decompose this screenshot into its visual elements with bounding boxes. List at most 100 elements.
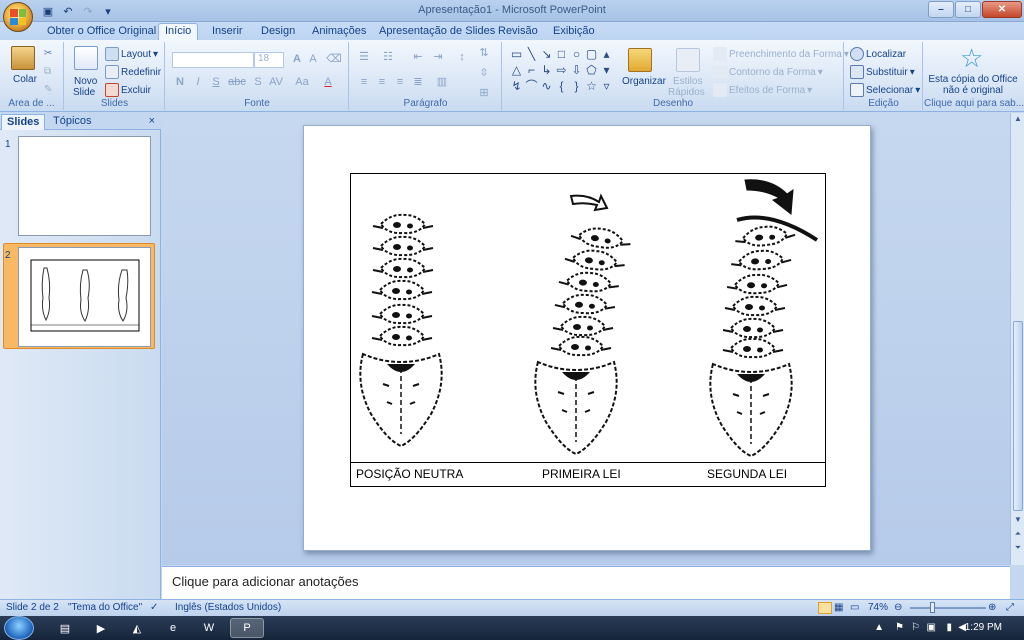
line-shape-icon[interactable]: ╲ — [524, 46, 539, 62]
underline-button[interactable]: S — [208, 75, 224, 90]
select-button[interactable]: Selecionar ▾ — [850, 83, 920, 97]
bullets-icon[interactable]: ☰ — [356, 50, 372, 65]
char-spacing-button[interactable]: AV — [266, 75, 286, 90]
shrink-font-button[interactable]: A — [305, 52, 321, 67]
justify-icon[interactable]: ≣ — [410, 75, 426, 90]
arrow-line-shape-icon[interactable]: ↘ — [539, 46, 554, 62]
font-name-combo[interactable] — [172, 52, 254, 68]
tab-obter-office[interactable]: Obter o Office Original — [47, 24, 156, 40]
vertical-scrollbar[interactable]: ▲ ▼ ⏶ ⏷ — [1010, 113, 1024, 565]
squiggle-shape-icon[interactable]: ∿ — [539, 78, 554, 94]
down-arrow-shape-icon[interactable]: ⇩ — [569, 62, 584, 78]
close-button[interactable]: ✕ — [982, 1, 1022, 18]
shapes-gallery[interactable]: ▭ ╲ ↘ □ ○ ▢ ▴ △ ⌐ ↳ ⇨ ⇩ ⬠ ▾ ↯ ⌒ ∿ { } ☆ … — [509, 46, 614, 94]
italic-button[interactable]: I — [190, 75, 206, 90]
system-clock[interactable]: 1:29 PM — [965, 622, 1002, 633]
right-brace-icon[interactable]: } — [569, 78, 584, 94]
paste-button[interactable]: Colar — [13, 74, 37, 85]
word-icon[interactable]: W — [192, 618, 226, 638]
fit-to-window-icon[interactable]: ⤢ — [1006, 602, 1014, 613]
start-button[interactable] — [4, 616, 34, 640]
spellcheck-icon[interactable]: ✓ — [150, 602, 158, 613]
increase-indent-icon[interactable]: ⇥ — [430, 50, 446, 65]
scroll-thumb[interactable] — [1013, 321, 1023, 511]
freeform-shape-icon[interactable]: ⬠ — [584, 62, 599, 78]
slideshow-icon[interactable]: ▭ — [850, 602, 859, 613]
paste-icon[interactable] — [11, 46, 35, 70]
zoom-in-icon[interactable]: ⊕ — [988, 602, 996, 613]
oval-shape-icon[interactable]: ○ — [569, 46, 584, 62]
font-size-combo[interactable]: 18 — [254, 52, 284, 68]
arrange-button[interactable]: Organizar — [622, 76, 666, 87]
copy-icon[interactable]: ⧉ — [44, 66, 51, 77]
new-slide-icon[interactable] — [74, 46, 98, 70]
bold-button[interactable]: N — [172, 75, 188, 90]
new-slide-label-1[interactable]: Novo — [74, 76, 97, 87]
tab-apresentacao[interactable]: Apresentação de Slides — [379, 24, 495, 40]
scroll-down-icon[interactable]: ▼ — [1012, 515, 1024, 527]
tab-animacoes[interactable]: Animações — [312, 24, 366, 40]
textbox-shape-icon[interactable]: ▭ — [509, 46, 524, 62]
previous-slide-icon[interactable]: ⏶ — [1012, 529, 1024, 541]
spine-figure[interactable]: POSIÇÃO NEUTRA PRIMEIRA LEI SEGUNDA LEI — [350, 173, 826, 487]
gallery-down-icon[interactable]: ▾ — [599, 62, 614, 78]
change-case-button[interactable]: Aa — [292, 75, 312, 90]
triangle-shape-icon[interactable]: △ — [509, 62, 524, 78]
zoom-slider-thumb[interactable] — [930, 602, 935, 613]
text-direction-icon[interactable]: ⇅ — [476, 46, 492, 61]
layout-button[interactable]: Layout ▾ — [105, 47, 158, 61]
replace-button[interactable]: Substituir ▾ — [850, 65, 915, 79]
columns-icon[interactable]: ▥ — [434, 75, 450, 90]
gallery-more-icon[interactable]: ▿ — [599, 78, 614, 94]
strikethrough-button[interactable]: abc — [226, 75, 248, 90]
next-slide-icon[interactable]: ⏷ — [1012, 543, 1024, 555]
zoom-level[interactable]: 74% — [868, 602, 888, 613]
slide-canvas[interactable]: POSIÇÃO NEUTRA PRIMEIRA LEI SEGUNDA LEI — [303, 125, 871, 551]
quick-styles-icon[interactable] — [676, 48, 700, 72]
new-slide-label-2[interactable]: Slide — [73, 87, 95, 98]
line-spacing-icon[interactable]: ↕ — [454, 50, 470, 65]
slide-thumbnail-1[interactable] — [18, 136, 151, 236]
arrange-icon[interactable] — [628, 48, 652, 72]
reset-button[interactable]: Redefinir — [105, 65, 161, 79]
grow-font-button[interactable]: A — [289, 52, 305, 67]
rounded-rect-shape-icon[interactable]: ▢ — [584, 46, 599, 62]
zoom-out-icon[interactable]: ⊖ — [894, 602, 902, 613]
office-genuine-button[interactable]: Esta cópia do Office não é original — [924, 74, 1022, 96]
windows-flag-icon[interactable]: ⚑ — [895, 622, 904, 640]
zoom-slider[interactable] — [910, 607, 986, 609]
delete-slide-button[interactable]: Excluir — [105, 83, 151, 97]
find-button[interactable]: Localizar — [850, 47, 906, 61]
left-brace-icon[interactable]: { — [554, 78, 569, 94]
align-text-icon[interactable]: ⇳ — [476, 66, 492, 81]
app-icon[interactable]: ◭ — [120, 618, 154, 638]
language-indicator[interactable]: Inglês (Estados Unidos) — [175, 602, 281, 613]
cut-icon[interactable]: ✂ — [44, 48, 52, 59]
format-painter-icon[interactable]: ✎ — [44, 84, 52, 95]
slide-sorter-icon[interactable]: ▦ — [834, 602, 843, 613]
font-color-button[interactable]: A — [320, 75, 336, 90]
normal-view-icon[interactable] — [818, 602, 832, 614]
right-arrow-shape-icon[interactable]: ⇨ — [554, 62, 569, 78]
rectangle-shape-icon[interactable]: □ — [554, 46, 569, 62]
curved-arrow-icon[interactable]: ↯ — [509, 78, 524, 94]
show-hidden-icons[interactable]: ▲ — [874, 622, 884, 640]
flag-icon[interactable]: ⚐ — [911, 622, 920, 640]
clear-format-icon[interactable]: ⌫ — [326, 52, 342, 67]
network-icon[interactable]: ▮ — [946, 622, 952, 640]
shape-fill-button[interactable]: Preenchimento da Forma ▾ — [713, 47, 849, 61]
curve-shape-icon[interactable]: ⌒ — [524, 78, 539, 94]
maximize-button[interactable]: □ — [955, 1, 981, 18]
align-left-icon[interactable]: ≡ — [356, 75, 372, 90]
minimize-button[interactable]: – — [928, 1, 954, 18]
shape-outline-button[interactable]: Contorno da Forma ▾ — [713, 65, 823, 79]
elbow-arrow-icon[interactable]: ↳ — [539, 62, 554, 78]
panel-close-icon[interactable]: × — [149, 115, 155, 127]
decrease-indent-icon[interactable]: ⇤ — [410, 50, 426, 65]
shape-effects-button[interactable]: Efeitos de Forma ▾ — [713, 83, 812, 97]
quick-styles-label-2[interactable]: Rápidos — [668, 87, 705, 98]
elbow-connector-icon[interactable]: ⌐ — [524, 62, 539, 78]
align-center-icon[interactable]: ≡ — [374, 75, 390, 90]
shadow-button[interactable]: S — [250, 75, 266, 90]
media-player-icon[interactable]: ▶ — [84, 618, 118, 638]
